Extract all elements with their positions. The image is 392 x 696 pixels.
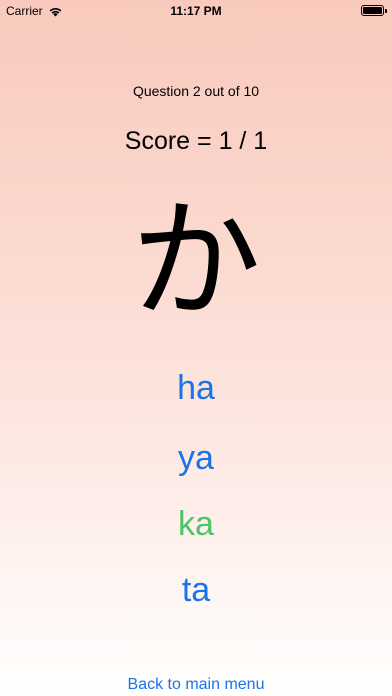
battery-icon xyxy=(361,5,387,16)
battery-tip xyxy=(385,9,387,13)
back-to-menu-button[interactable]: Back to main menu xyxy=(0,676,392,694)
answer-button-2[interactable]: ya xyxy=(0,439,392,478)
score-display: Score = 1 / 1 xyxy=(124,127,268,155)
answer-button-3[interactable]: ka xyxy=(0,505,392,544)
answer-button-4[interactable]: ta xyxy=(0,571,392,610)
status-bar: Carrier 11:17 PM xyxy=(0,0,392,22)
question-counter: Question 2 out of 10 xyxy=(132,83,260,99)
answer-button-1[interactable]: ha xyxy=(0,369,392,408)
kana-character: か xyxy=(130,185,261,337)
battery-fill xyxy=(363,7,382,14)
status-time: 11:17 PM xyxy=(170,4,222,18)
